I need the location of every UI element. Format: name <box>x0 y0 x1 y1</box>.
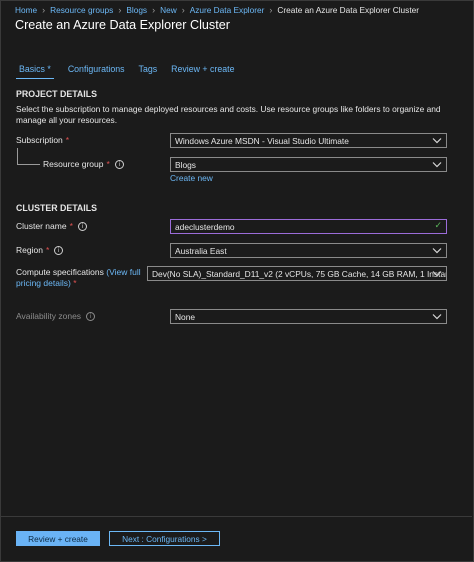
availability-zones-label-text: Availability zones <box>16 311 82 321</box>
create-new-resource-group-link[interactable]: Create new <box>170 173 213 183</box>
tab-basics-required: * <box>47 64 51 74</box>
chevron-down-icon <box>432 271 442 277</box>
region-label-text: Region <box>16 245 43 255</box>
tab-basics-label: Basics <box>19 64 45 74</box>
chevron-down-icon <box>432 162 442 168</box>
chevron-down-icon <box>432 248 442 254</box>
required-marker: * <box>45 245 50 255</box>
chevron-down-icon <box>432 314 442 320</box>
info-icon[interactable]: i <box>86 311 96 321</box>
page-title: Create an Azure Data Explorer Cluster <box>15 18 230 32</box>
resource-group-label: Resource group * i <box>43 159 124 169</box>
cluster-name-label: Cluster name * i <box>16 221 87 231</box>
subscription-select[interactable]: Windows Azure MSDN - Visual Studio Ultim… <box>170 133 447 148</box>
region-value: Australia East <box>175 245 227 256</box>
chevron-down-icon <box>432 138 442 144</box>
next-configurations-button[interactable]: Next : Configurations > <box>109 531 220 546</box>
project-details-heading: PROJECT DETAILS <box>16 89 97 99</box>
project-description: Select the subscription to manage deploy… <box>16 104 441 125</box>
compute-spec-value: Dev(No SLA)_Standard_D11_v2 (2 vCPUs, 75… <box>152 268 447 279</box>
resource-group-value: Blogs <box>175 159 196 170</box>
tab-bar: Basics * Configurations Tags Review + cr… <box>16 62 248 79</box>
subscription-label: Subscription * <box>16 135 69 145</box>
breadcrumb-current: Create an Azure Data Explorer Cluster <box>277 5 419 15</box>
subscription-label-text: Subscription <box>16 135 63 145</box>
required-marker: * <box>73 278 77 288</box>
tab-review-create[interactable]: Review + create <box>171 62 234 79</box>
breadcrumb-azure-data-explorer[interactable]: Azure Data Explorer <box>190 5 265 15</box>
region-label: Region * i <box>16 245 64 255</box>
compute-spec-label: Compute specifications (View full pricin… <box>16 267 146 289</box>
info-icon[interactable]: i <box>114 159 124 169</box>
checkmark-icon: ✓ <box>434 221 442 231</box>
subscription-value: Windows Azure MSDN - Visual Studio Ultim… <box>175 135 349 146</box>
chevron-right-icon: › <box>152 5 156 15</box>
review-create-button[interactable]: Review + create <box>16 531 100 546</box>
tab-basics[interactable]: Basics * <box>16 62 54 79</box>
info-icon[interactable]: i <box>77 221 87 231</box>
breadcrumb: Home › Resource groups › Blogs › New › A… <box>15 4 419 16</box>
resource-group-label-text: Resource group <box>43 159 104 169</box>
cluster-details-heading: CLUSTER DETAILS <box>16 203 97 213</box>
required-marker: * <box>69 221 73 231</box>
region-select[interactable]: Australia East <box>170 243 447 258</box>
cluster-name-value: adeclusterdemo <box>175 221 235 232</box>
breadcrumb-blogs[interactable]: Blogs <box>126 5 147 15</box>
chevron-right-icon: › <box>42 5 46 15</box>
tab-tags[interactable]: Tags <box>139 62 158 79</box>
breadcrumb-home[interactable]: Home <box>15 5 37 15</box>
chevron-right-icon: › <box>118 5 122 15</box>
compute-spec-select[interactable]: Dev(No SLA)_Standard_D11_v2 (2 vCPUs, 75… <box>147 266 447 281</box>
cluster-name-input[interactable]: adeclusterdemo ✓ <box>170 219 447 234</box>
required-marker: * <box>65 135 70 145</box>
availability-zones-label: Availability zones i <box>16 311 96 321</box>
chevron-right-icon: › <box>269 5 273 15</box>
info-icon[interactable]: i <box>54 245 64 255</box>
footer-divider <box>0 516 472 517</box>
availability-zones-select[interactable]: None <box>170 309 447 324</box>
tree-connector <box>17 148 40 165</box>
availability-zones-value: None <box>175 311 196 322</box>
resource-group-select[interactable]: Blogs <box>170 157 447 172</box>
breadcrumb-new[interactable]: New <box>160 5 177 15</box>
required-marker: * <box>106 159 110 169</box>
breadcrumb-resource-groups[interactable]: Resource groups <box>50 5 113 15</box>
chevron-right-icon: › <box>181 5 185 15</box>
cluster-name-label-text: Cluster name <box>16 221 67 231</box>
tab-configurations[interactable]: Configurations <box>68 62 125 79</box>
compute-spec-label-text: Compute specifications <box>16 267 104 277</box>
